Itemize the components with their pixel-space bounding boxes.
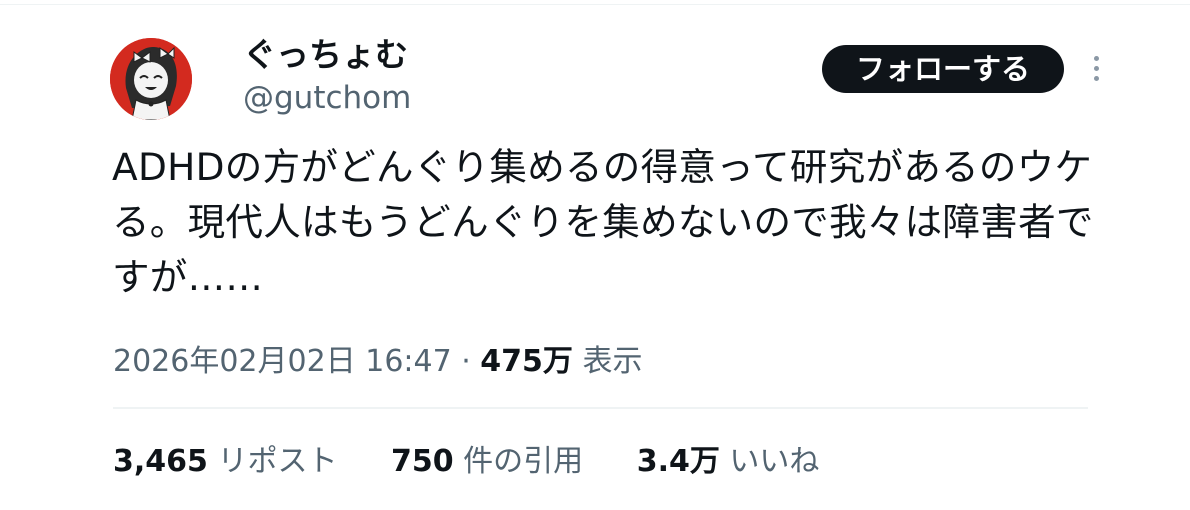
author-display-name[interactable]: ぐっちょむ <box>243 34 408 76</box>
stats-divider <box>113 407 1088 409</box>
likes-stat[interactable]: 3.4万 いいね <box>637 440 820 484</box>
quotes-count: 750 <box>391 444 454 479</box>
views-label: 表示 <box>572 344 643 379</box>
reposts-label: リポスト <box>207 444 338 479</box>
author-handle[interactable]: @gutchom <box>243 78 411 118</box>
avatar[interactable] <box>110 38 192 120</box>
quotes-stat[interactable]: 750 件の引用 <box>391 440 583 484</box>
views-count: 475万 <box>480 344 573 379</box>
engagement-stats: 3,465 リポスト 750 件の引用 3.4万 いいね <box>113 440 863 484</box>
reposts-stat[interactable]: 3,465 リポスト <box>113 440 337 484</box>
quotes-label: 件の引用 <box>453 444 584 479</box>
likes-label: いいね <box>719 444 820 479</box>
meta-separator: · <box>451 344 481 379</box>
tweet-meta: 2026年02月02日 16:47 · 475万 表示 <box>113 340 642 384</box>
tweet-text: ADHDの方がどんぐり集めるの得意って研究があるのウケる。現代人はもうどんぐりを… <box>112 145 1094 299</box>
tweet-timestamp[interactable]: 2026年02月02日 16:47 <box>113 344 452 379</box>
vertical-ellipsis-icon[interactable] <box>1088 56 1104 86</box>
reposts-count: 3,465 <box>113 444 208 479</box>
follow-button[interactable]: フォローする <box>822 45 1064 93</box>
top-divider <box>0 4 1190 5</box>
likes-count: 3.4万 <box>636 444 720 479</box>
